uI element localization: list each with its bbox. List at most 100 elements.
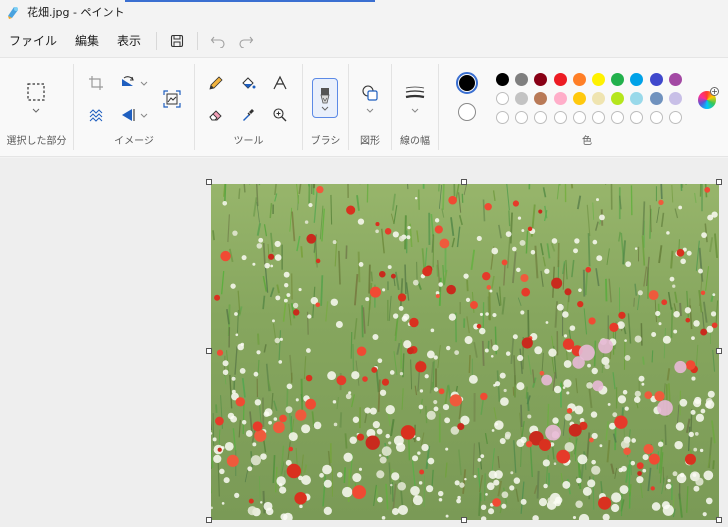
chevron-down-icon — [321, 106, 329, 111]
crop-button[interactable] — [84, 71, 108, 95]
undo-icon — [210, 36, 225, 48]
menu-separator — [156, 32, 158, 50]
title-bar: 花畑.jpg - ペイント — [0, 0, 728, 24]
resize-button[interactable] — [84, 103, 108, 127]
resize-icon — [89, 109, 103, 122]
chevron-down-icon[interactable] — [32, 108, 40, 113]
color-swatch[interactable] — [515, 92, 529, 105]
resize-handle[interactable] — [716, 517, 722, 523]
color-swatch[interactable] — [553, 92, 567, 105]
rectangle-select-icon — [27, 83, 45, 101]
menu-bar: ファイル 編集 表示 — [0, 26, 728, 56]
custom-color-slot[interactable] — [515, 111, 529, 124]
selection-group: 選択した部分 — [0, 58, 73, 158]
custom-color-slot[interactable] — [553, 111, 567, 124]
undo-button[interactable] — [204, 27, 232, 55]
save-icon — [170, 34, 184, 48]
eyedropper-icon — [243, 109, 254, 121]
tools-group-label: ツール — [233, 136, 264, 147]
window-title: 花畑.jpg - ペイント — [27, 6, 125, 19]
resize-handle[interactable] — [461, 179, 467, 185]
color-swatch[interactable] — [649, 92, 663, 105]
eraser-icon — [209, 110, 222, 121]
color-swatch[interactable] — [572, 92, 586, 105]
color-swatch[interactable] — [592, 92, 605, 105]
custom-color-slot[interactable] — [611, 111, 625, 124]
stroke-width-group: 線の幅 — [392, 58, 438, 158]
color-swatch[interactable] — [668, 73, 682, 86]
save-button[interactable] — [163, 27, 191, 55]
resize-handle[interactable] — [206, 517, 212, 523]
custom-color-slot[interactable] — [496, 111, 509, 124]
color-swatch[interactable] — [630, 73, 644, 86]
color-swatch[interactable] — [496, 92, 509, 105]
tools-group: ツール — [195, 58, 302, 158]
resize-handle[interactable] — [461, 517, 467, 523]
color-swatch[interactable] — [534, 92, 548, 105]
menu-edit[interactable]: 編集 — [66, 27, 108, 55]
text-icon — [273, 75, 287, 90]
color-swatch[interactable] — [515, 73, 529, 86]
canvas-image[interactable] — [211, 184, 719, 520]
menu-separator — [197, 32, 199, 50]
fill-bucket-icon — [242, 77, 256, 89]
brush-icon — [320, 87, 330, 103]
shapes-group-label: 図形 — [360, 136, 380, 147]
pencil-icon — [209, 76, 223, 90]
resize-handle[interactable] — [206, 179, 212, 185]
custom-color-slot[interactable] — [649, 111, 663, 124]
line-width-icon — [405, 86, 425, 99]
brush-group: ブラシ — [303, 58, 348, 158]
color-swatch[interactable] — [649, 73, 663, 86]
color-swatch[interactable] — [611, 73, 625, 86]
primary-color[interactable] — [456, 72, 478, 94]
rotate-icon — [122, 76, 134, 86]
chevron-down-icon[interactable] — [366, 108, 374, 113]
color-swatch[interactable] — [553, 73, 567, 86]
menu-file[interactable]: ファイル — [0, 27, 66, 55]
color-swatch[interactable] — [572, 73, 586, 86]
color-swatch[interactable] — [630, 92, 644, 105]
custom-color-slot[interactable] — [572, 111, 586, 124]
colors-group: + 色 — [439, 58, 728, 158]
shapes-button[interactable] — [358, 81, 382, 105]
menu-view[interactable]: 表示 — [108, 27, 150, 55]
flower-field-photo — [211, 184, 719, 520]
eraser-button[interactable] — [204, 103, 228, 127]
text-button[interactable] — [268, 71, 292, 95]
select-button[interactable] — [24, 80, 48, 104]
custom-color-slot[interactable] — [668, 111, 682, 124]
chevron-down-icon[interactable] — [140, 113, 148, 118]
redo-button[interactable] — [232, 27, 260, 55]
stroke-width-button[interactable] — [403, 81, 427, 105]
secondary-color[interactable] — [458, 103, 476, 121]
magnifier-icon — [273, 108, 287, 122]
color-swatch[interactable] — [496, 73, 509, 86]
redo-icon — [239, 36, 254, 48]
image-properties-button[interactable] — [159, 86, 185, 112]
edit-colors-button[interactable]: + — [698, 87, 719, 109]
resize-handle[interactable] — [206, 348, 212, 354]
custom-color-slot[interactable] — [592, 111, 605, 124]
image-resize-icon — [163, 90, 181, 108]
color-swatch[interactable] — [668, 92, 682, 105]
rotate-button[interactable] — [116, 71, 140, 95]
custom-color-slot[interactable] — [534, 111, 548, 124]
color-picker-button[interactable] — [236, 103, 260, 127]
chevron-down-icon[interactable] — [140, 81, 148, 86]
title-accent-line — [125, 0, 375, 2]
resize-handle[interactable] — [716, 179, 722, 185]
custom-color-slot[interactable] — [630, 111, 644, 124]
color-swatch[interactable] — [534, 73, 548, 86]
color-swatch[interactable] — [611, 92, 625, 105]
fill-button[interactable] — [236, 71, 260, 95]
chevron-down-icon[interactable] — [411, 108, 419, 113]
brush-button[interactable] — [312, 78, 338, 118]
primary-color-swatch — [459, 75, 475, 91]
flip-button[interactable] — [116, 103, 140, 127]
magnifier-button[interactable] — [268, 103, 292, 127]
pencil-button[interactable] — [204, 71, 228, 95]
color-swatch[interactable] — [592, 73, 605, 86]
paint-app-icon — [8, 7, 18, 19]
resize-handle[interactable] — [716, 348, 722, 354]
